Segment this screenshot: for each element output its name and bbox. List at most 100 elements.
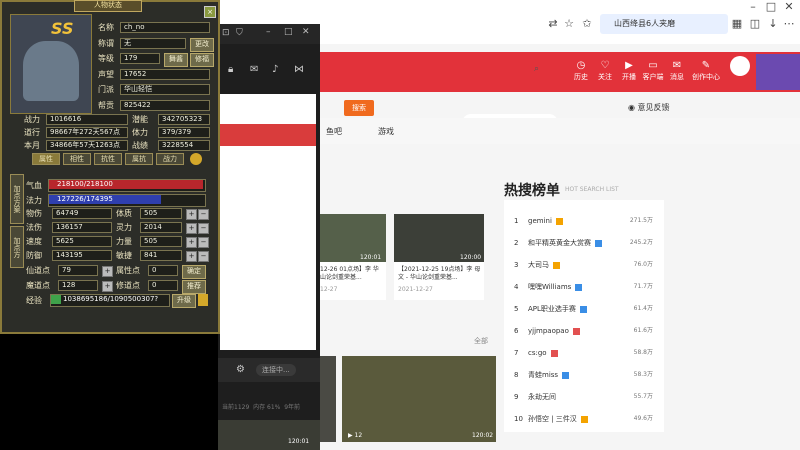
- settings-icon[interactable]: ⚙: [236, 364, 245, 375]
- minus-button[interactable]: −: [198, 251, 209, 262]
- hot-list-item[interactable]: 7 cs:go 58.8万: [514, 342, 659, 364]
- download-icon[interactable]: ↓: [766, 17, 780, 31]
- video-card[interactable]: 120:01 12-26 01点场】李 华山论剑重荣基... 12-27: [320, 214, 386, 300]
- bell-icon[interactable]: ♪: [272, 64, 278, 75]
- share-icon[interactable]: ⋈: [294, 64, 304, 75]
- window-icon[interactable]: ⊡: [222, 28, 230, 38]
- video-duration: 120:01: [360, 254, 382, 261]
- lock-icon[interactable]: 🔒︎: [228, 64, 233, 75]
- rank-badge: SS: [51, 19, 74, 38]
- minimize-icon[interactable]: –: [746, 0, 760, 14]
- close-icon[interactable]: ✕: [782, 0, 796, 14]
- category-nav: 鱼吧 游戏 ◉ 意见反馈: [316, 103, 800, 144]
- all-link[interactable]: 全部: [474, 336, 488, 346]
- hot-name: 孙悟空 | 三件汉: [528, 415, 577, 423]
- avatar[interactable]: [730, 56, 750, 76]
- gold-coin-icon[interactable]: [190, 153, 202, 165]
- nav-follow[interactable]: ♡ 关注: [592, 60, 618, 82]
- lock-button[interactable]: 舞酱: [164, 53, 188, 67]
- plus-button[interactable]: +: [186, 237, 197, 248]
- hot-list-item[interactable]: 4 嘿嘿Williams 71.7万: [514, 276, 659, 298]
- maximize-icon[interactable]: □: [284, 27, 293, 37]
- upgrade-button[interactable]: 升级: [172, 294, 196, 308]
- hp-label: 气血: [26, 181, 42, 190]
- video-thumbnail[interactable]: 120:01: [218, 420, 320, 450]
- nav-create[interactable]: ✎ 创作中心: [690, 60, 722, 82]
- video-duration: 120:02: [472, 432, 494, 439]
- pen-icon: ✎: [701, 60, 711, 71]
- star-icon[interactable]: ☆: [562, 17, 576, 31]
- hot-list-item[interactable]: 10 孙悟空 | 三件汉 49.6万: [514, 408, 659, 430]
- search-button[interactable]: 搜索: [344, 100, 374, 116]
- video-card[interactable]: 120:00 【2021-12-25 19点场】李 母文 - 华山论剑重荣基..…: [394, 214, 484, 300]
- change-button[interactable]: 更改: [190, 38, 214, 52]
- side-tab-plan-2[interactable]: 加点方: [10, 226, 24, 268]
- profile-value: 无: [120, 37, 186, 49]
- battle-value: 98667年272天567点: [46, 127, 128, 138]
- video-card[interactable]: ▶ 12 120:02: [342, 356, 496, 442]
- minus-button[interactable]: −: [198, 209, 209, 220]
- minimize-icon[interactable]: –: [266, 27, 271, 37]
- plus-button[interactable]: +: [102, 281, 113, 292]
- exp-bar: 1038695186/1090500307?: [50, 294, 170, 307]
- hot-count: 58.3万: [633, 371, 653, 378]
- hot-list-item[interactable]: 1 gemini 271.5万: [514, 210, 659, 232]
- hot-count: 61.4万: [633, 305, 653, 312]
- video-duration: 120:00: [460, 254, 482, 261]
- hot-count: 245.2万: [629, 239, 653, 246]
- hot-list-item[interactable]: 9 永劫无间 55.7万: [514, 386, 659, 408]
- bag-icon[interactable]: [198, 294, 208, 306]
- stat-tab[interactable]: 战力: [156, 153, 184, 165]
- stat-tab[interactable]: 相性: [63, 153, 91, 165]
- minus-button[interactable]: −: [198, 237, 209, 248]
- side-tab-plan[interactable]: 加点方案: [10, 174, 24, 224]
- address-tab[interactable]: 山西绛县6人夹磨: [600, 14, 728, 34]
- search-icon[interactable]: ⌕: [534, 64, 539, 74]
- stat-tab[interactable]: 属性: [32, 153, 60, 165]
- attr-value: 505: [140, 208, 182, 219]
- hot-name: 永劫无间: [528, 393, 556, 401]
- hot-rank: 8: [514, 371, 519, 379]
- hot-list-item[interactable]: 2 和平精英黄金大赏赛 245.2万: [514, 232, 659, 254]
- plus-button[interactable]: +: [186, 251, 197, 262]
- nav-live[interactable]: ▶ 开播: [616, 60, 642, 82]
- stat-tab[interactable]: 抗性: [94, 153, 122, 165]
- nav-games[interactable]: 游戏: [378, 126, 394, 137]
- close-icon[interactable]: ✕: [302, 27, 310, 37]
- ext-icon[interactable]: ▦: [730, 17, 744, 31]
- hot-list-item[interactable]: 5 APL职业选手赛 61.4万: [514, 298, 659, 320]
- camera-icon: ▶: [625, 60, 633, 71]
- plus-button[interactable]: +: [186, 209, 197, 220]
- hot-list-item[interactable]: 6 yjjmpaopao 61.6万: [514, 320, 659, 342]
- envelope-icon[interactable]: ✉: [250, 64, 258, 75]
- minus-button[interactable]: −: [198, 223, 209, 234]
- hot-name: 青蛙miss: [528, 371, 559, 379]
- nav-fishbar[interactable]: 鱼吧: [326, 126, 342, 137]
- close-icon[interactable]: ×: [204, 6, 216, 18]
- nav-history[interactable]: ◷ 历史: [568, 60, 594, 82]
- blessing-button[interactable]: 修福: [190, 53, 214, 67]
- confirm-button[interactable]: 确定: [182, 265, 206, 279]
- cast-icon[interactable]: ⇄: [546, 17, 560, 31]
- profile-value: 华山轻恺: [120, 84, 210, 95]
- hot-list-item[interactable]: 3 大司马 76.0万: [514, 254, 659, 276]
- connect-status[interactable]: 连接中...: [256, 364, 296, 376]
- recommend-button[interactable]: 推荐: [182, 280, 206, 294]
- puzzle-icon[interactable]: ◫: [748, 17, 762, 31]
- hot-list-item[interactable]: 8 青蛙miss 58.3万: [514, 364, 659, 386]
- xian-label: 仙道点: [26, 266, 50, 275]
- stat-tab[interactable]: 属抗: [125, 153, 153, 165]
- feedback-link[interactable]: ◉ 意见反馈: [628, 102, 670, 113]
- bookmark-icon[interactable]: ✩: [580, 17, 594, 31]
- info-icon: ◉: [628, 103, 638, 112]
- maximize-icon[interactable]: □: [764, 0, 778, 14]
- shield-icon[interactable]: ⛉: [236, 28, 243, 38]
- attr-value: 64749: [52, 208, 112, 219]
- promo-logo[interactable]: [756, 54, 800, 90]
- plus-button[interactable]: +: [186, 223, 197, 234]
- nav-client[interactable]: ▭ 客户端: [640, 60, 666, 82]
- nav-message[interactable]: ✉ 消息: [664, 60, 690, 82]
- attr-label: 法伤: [26, 223, 42, 232]
- plus-button[interactable]: +: [102, 266, 113, 277]
- menu-icon[interactable]: ⋯: [782, 17, 796, 31]
